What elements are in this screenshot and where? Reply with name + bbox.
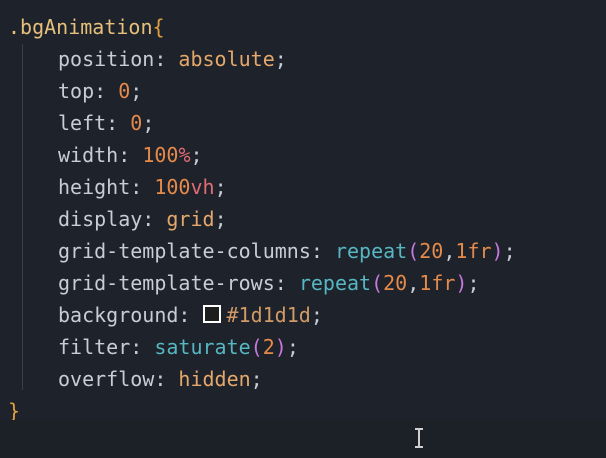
semicolon: ; (274, 47, 287, 71)
function-name: repeat (298, 271, 372, 295)
text-cursor-icon (415, 428, 423, 448)
semicolon: ; (190, 143, 203, 167)
semicolon: ; (130, 79, 143, 103)
semicolon: ; (310, 303, 323, 327)
property-name: top (58, 79, 95, 103)
code-line-background: background: #1d1d1d; (58, 300, 323, 330)
property-value: 0 (130, 111, 143, 135)
property-name: overflow (58, 367, 155, 391)
argument: 1fr (419, 271, 456, 295)
argument: 1fr (455, 239, 492, 263)
property-unit: % (178, 143, 191, 167)
code-editor[interactable]: .bgAnimation{ position: absolute; top: 0… (0, 0, 606, 458)
property-name: left (58, 111, 107, 135)
code-line-display: display: grid; (58, 204, 227, 234)
semicolon: ; (467, 271, 480, 295)
paren-open: ( (371, 271, 384, 295)
paren-close: ) (491, 239, 504, 263)
function-name: saturate (154, 335, 251, 359)
property-value: 0 (118, 79, 131, 103)
colon: : (142, 207, 167, 231)
code-line-filter: filter: saturate(2); (58, 332, 299, 362)
colon: : (274, 271, 299, 295)
property-name: background (58, 303, 179, 327)
colon: : (130, 175, 155, 199)
colon: : (310, 239, 335, 263)
argument: 20 (419, 239, 444, 263)
semicolon: ; (214, 207, 227, 231)
colon: : (154, 367, 179, 391)
code-line-top: top: 0; (58, 76, 142, 106)
empty-editor-area[interactable] (0, 420, 606, 458)
color-swatch-icon[interactable] (202, 305, 221, 323)
property-name: position (58, 47, 155, 71)
property-value: #1d1d1d (226, 303, 311, 327)
semicolon: ; (250, 367, 263, 391)
comma: , (443, 239, 456, 263)
colon: : (106, 111, 131, 135)
indent-guide (22, 44, 23, 390)
property-name: width (58, 143, 119, 167)
css-selector: .bgAnimation (8, 15, 153, 39)
property-value: absolute (178, 47, 275, 71)
colon: : (178, 303, 203, 327)
property-name: display (58, 207, 143, 231)
open-brace: { (152, 15, 165, 39)
semicolon: ; (286, 335, 299, 359)
code-line-grid-rows: grid-template-rows: repeat(20,1fr); (58, 268, 480, 298)
semicolon: ; (503, 239, 516, 263)
argument: 20 (383, 271, 408, 295)
property-name: height (58, 175, 131, 199)
comma: , (407, 271, 420, 295)
code-line-left: left: 0; (58, 108, 154, 138)
code-line-overflow: overflow: hidden; (58, 364, 263, 394)
property-name: grid-template-columns (58, 239, 311, 263)
colon: : (118, 143, 143, 167)
paren-close: ) (274, 335, 287, 359)
semicolon: ; (214, 175, 227, 199)
property-number: 100 (154, 175, 191, 199)
code-line-width: width: 100%; (58, 140, 203, 170)
colon: : (94, 79, 119, 103)
semicolon: ; (142, 111, 155, 135)
property-name: filter (58, 335, 131, 359)
property-name: grid-template-rows (58, 271, 275, 295)
paren-open: ( (250, 335, 263, 359)
colon: : (130, 335, 155, 359)
colon: : (154, 47, 179, 71)
property-unit: vh (190, 175, 215, 199)
property-value: hidden (178, 367, 251, 391)
paren-open: ( (407, 239, 420, 263)
code-line-position: position: absolute; (58, 44, 287, 74)
code-line-height: height: 100vh; (58, 172, 227, 202)
code-line-grid-columns: grid-template-columns: repeat(20,1fr); (58, 236, 516, 266)
property-number: 100 (142, 143, 179, 167)
argument: 2 (262, 335, 275, 359)
property-value: grid (166, 207, 215, 231)
paren-close: ) (455, 271, 468, 295)
code-line-selector: .bgAnimation{ (8, 12, 165, 42)
function-name: repeat (334, 239, 408, 263)
